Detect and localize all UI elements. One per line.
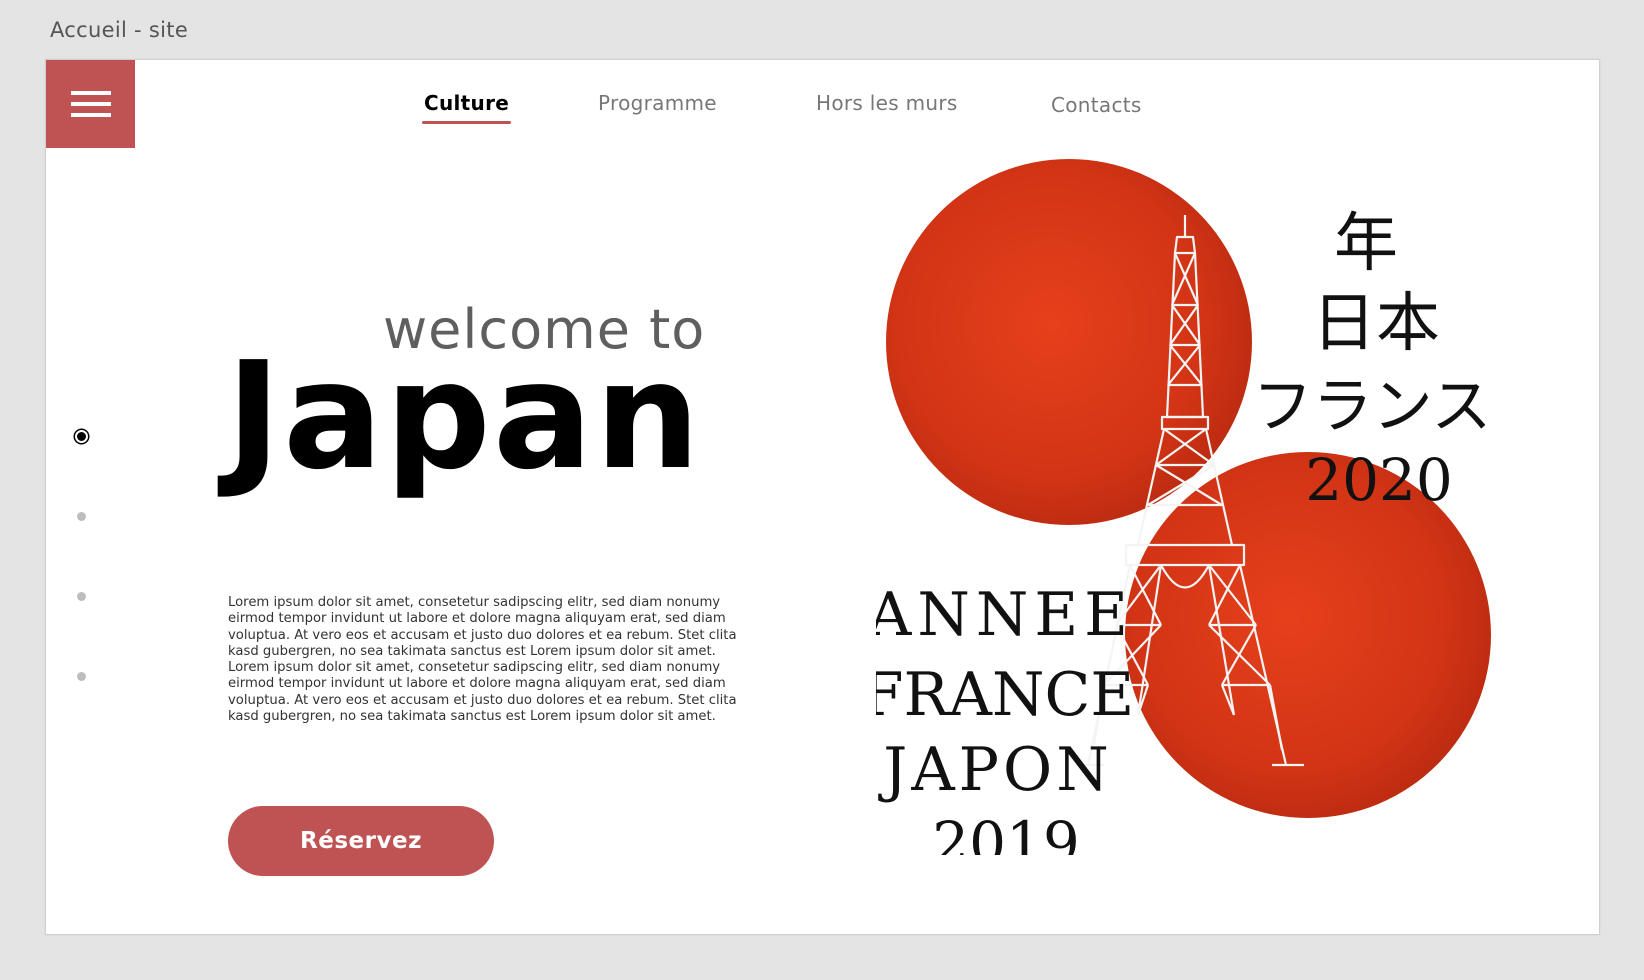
poster-fr-line-1: ANNEE [876, 580, 1134, 650]
slide-dot-4[interactable] [77, 672, 86, 681]
poster-jp-line-3: フランス [1253, 372, 1492, 442]
poster-jp-line-1: 年 [1334, 207, 1398, 281]
slide-dot-1[interactable] [75, 430, 88, 443]
hero-body-text: Lorem ipsum dolor sit amet, consetetur s… [228, 595, 737, 725]
main-nav: Culture Programme Hors les murs Contacts [46, 60, 1599, 148]
slide-dot-2[interactable] [77, 512, 86, 521]
nav-programme[interactable]: Programme [598, 91, 717, 115]
poster-fr-line-4: 2019 [932, 809, 1080, 855]
nav-contacts[interactable]: Contacts [1051, 93, 1142, 117]
reserve-button[interactable]: Réservez [228, 806, 494, 876]
poster-fr-line-2: FRANCE [876, 660, 1134, 730]
poster-french-text: ANNEE FRANCE JAPON 2019 [876, 580, 1134, 855]
poster-fr-line-3: JAPON [877, 735, 1112, 805]
hero-headline: Japan [226, 330, 703, 502]
nav-hors-les-murs[interactable]: Hors les murs [816, 91, 958, 115]
webpage-artboard: Culture Programme Hors les murs Contacts… [45, 59, 1600, 935]
poster-jp-line-4: 2020 [1305, 446, 1453, 514]
event-poster: 年 日本 フランス 2020 ANNEE FRANCE JAPON 2019 [876, 159, 1492, 855]
poster-jp-line-2: 日本 [1312, 287, 1440, 361]
artboard-title: Accueil - site [50, 18, 189, 42]
slide-dot-3[interactable] [77, 592, 86, 601]
nav-culture[interactable]: Culture [421, 91, 512, 124]
